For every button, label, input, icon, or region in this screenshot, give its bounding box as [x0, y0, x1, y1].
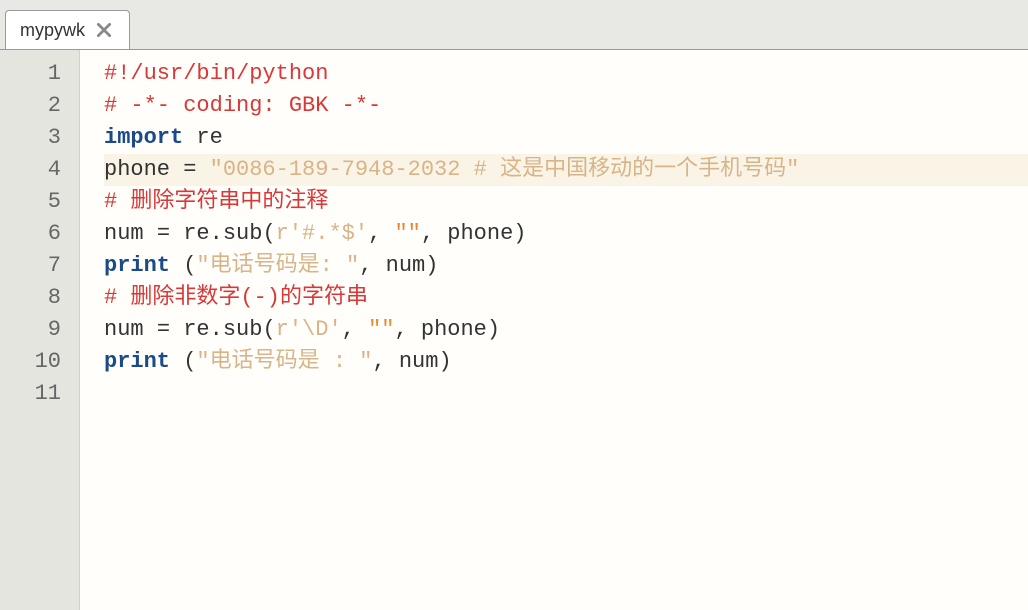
line-number: 7	[0, 250, 79, 282]
gutter: 1234567891011	[0, 50, 80, 610]
code-line	[104, 378, 1028, 410]
code-token: import	[104, 125, 183, 150]
code-token: "电话号码是: "	[196, 253, 359, 278]
code-token: )	[487, 317, 500, 342]
code-line: num = re.sub(r'#.*$', "", phone)	[104, 218, 1028, 250]
close-icon[interactable]	[93, 19, 115, 41]
tab-title: mypywk	[20, 20, 85, 41]
code-area[interactable]: #!/usr/bin/python # -*- coding: GBK -*- im…	[80, 50, 1028, 610]
code-token: re	[183, 125, 223, 150]
file-tab[interactable]: mypywk	[5, 10, 130, 49]
line-number: 9	[0, 314, 79, 346]
line-number: 11	[0, 378, 79, 410]
code-line: # -*- coding: GBK -*-	[104, 90, 1028, 122]
code-line: print ("电话号码是 : ", num)	[104, 346, 1028, 378]
code-line: phone = "0086-189-7948-2032 # 这是中国移动的一个手…	[104, 154, 1028, 186]
line-number: 5	[0, 186, 79, 218]
code-line: # 删除字符串中的注释	[104, 186, 1028, 218]
code-token: )	[513, 221, 526, 246]
code-token: =	[157, 221, 170, 246]
code-token: re.sub	[170, 221, 262, 246]
code-token: ""	[394, 221, 420, 246]
code-token: # -*- coding: GBK -*-	[104, 93, 381, 118]
code-token: (	[262, 221, 275, 246]
code-token: num	[104, 221, 157, 246]
tab-bar: mypywk	[0, 0, 1028, 50]
code-token: , phone	[421, 221, 513, 246]
code-token: , num	[372, 349, 438, 374]
code-token: =	[183, 157, 196, 182]
code-token: ,	[368, 221, 394, 246]
code-token: re.sub	[170, 317, 262, 342]
code-token: , phone	[394, 317, 486, 342]
line-number: 2	[0, 90, 79, 122]
line-number: 10	[0, 346, 79, 378]
code-token: num	[104, 317, 157, 342]
code-token: (	[183, 253, 196, 278]
code-token: ""	[368, 317, 394, 342]
code-token: r'#.*$'	[276, 221, 368, 246]
code-token: (	[262, 317, 275, 342]
code-token: )	[438, 349, 451, 374]
code-token: =	[157, 317, 170, 342]
code-line: print ("电话号码是: ", num)	[104, 250, 1028, 282]
line-number: 6	[0, 218, 79, 250]
code-line: num = re.sub(r'\D', "", phone)	[104, 314, 1028, 346]
code-line: import re	[104, 122, 1028, 154]
line-number: 1	[0, 58, 79, 90]
code-token	[196, 157, 209, 182]
line-number: 3	[0, 122, 79, 154]
code-token: ,	[342, 317, 368, 342]
code-line: # 删除非数字(-)的字符串	[104, 282, 1028, 314]
line-number: 8	[0, 282, 79, 314]
code-token: , num	[359, 253, 425, 278]
code-token: print	[104, 253, 170, 278]
line-number: 4	[0, 154, 79, 186]
code-token: "电话号码是 : "	[196, 349, 372, 374]
code-token: # 删除字符串中的注释	[104, 189, 328, 214]
code-token: # 删除非数字(-)的字符串	[104, 285, 368, 310]
code-token	[170, 349, 183, 374]
editor: 1234567891011 #!/usr/bin/python # -*- cod…	[0, 50, 1028, 610]
code-token	[170, 253, 183, 278]
code-token: r'\D'	[276, 317, 342, 342]
code-line: #!/usr/bin/python	[104, 58, 1028, 90]
code-token: print	[104, 349, 170, 374]
code-token: #!/usr/bin/python	[104, 61, 328, 86]
code-token: phone	[104, 157, 183, 182]
code-token: "0086-189-7948-2032 # 这是中国移动的一个手机号码"	[210, 157, 800, 182]
code-token: (	[183, 349, 196, 374]
code-token: )	[425, 253, 438, 278]
